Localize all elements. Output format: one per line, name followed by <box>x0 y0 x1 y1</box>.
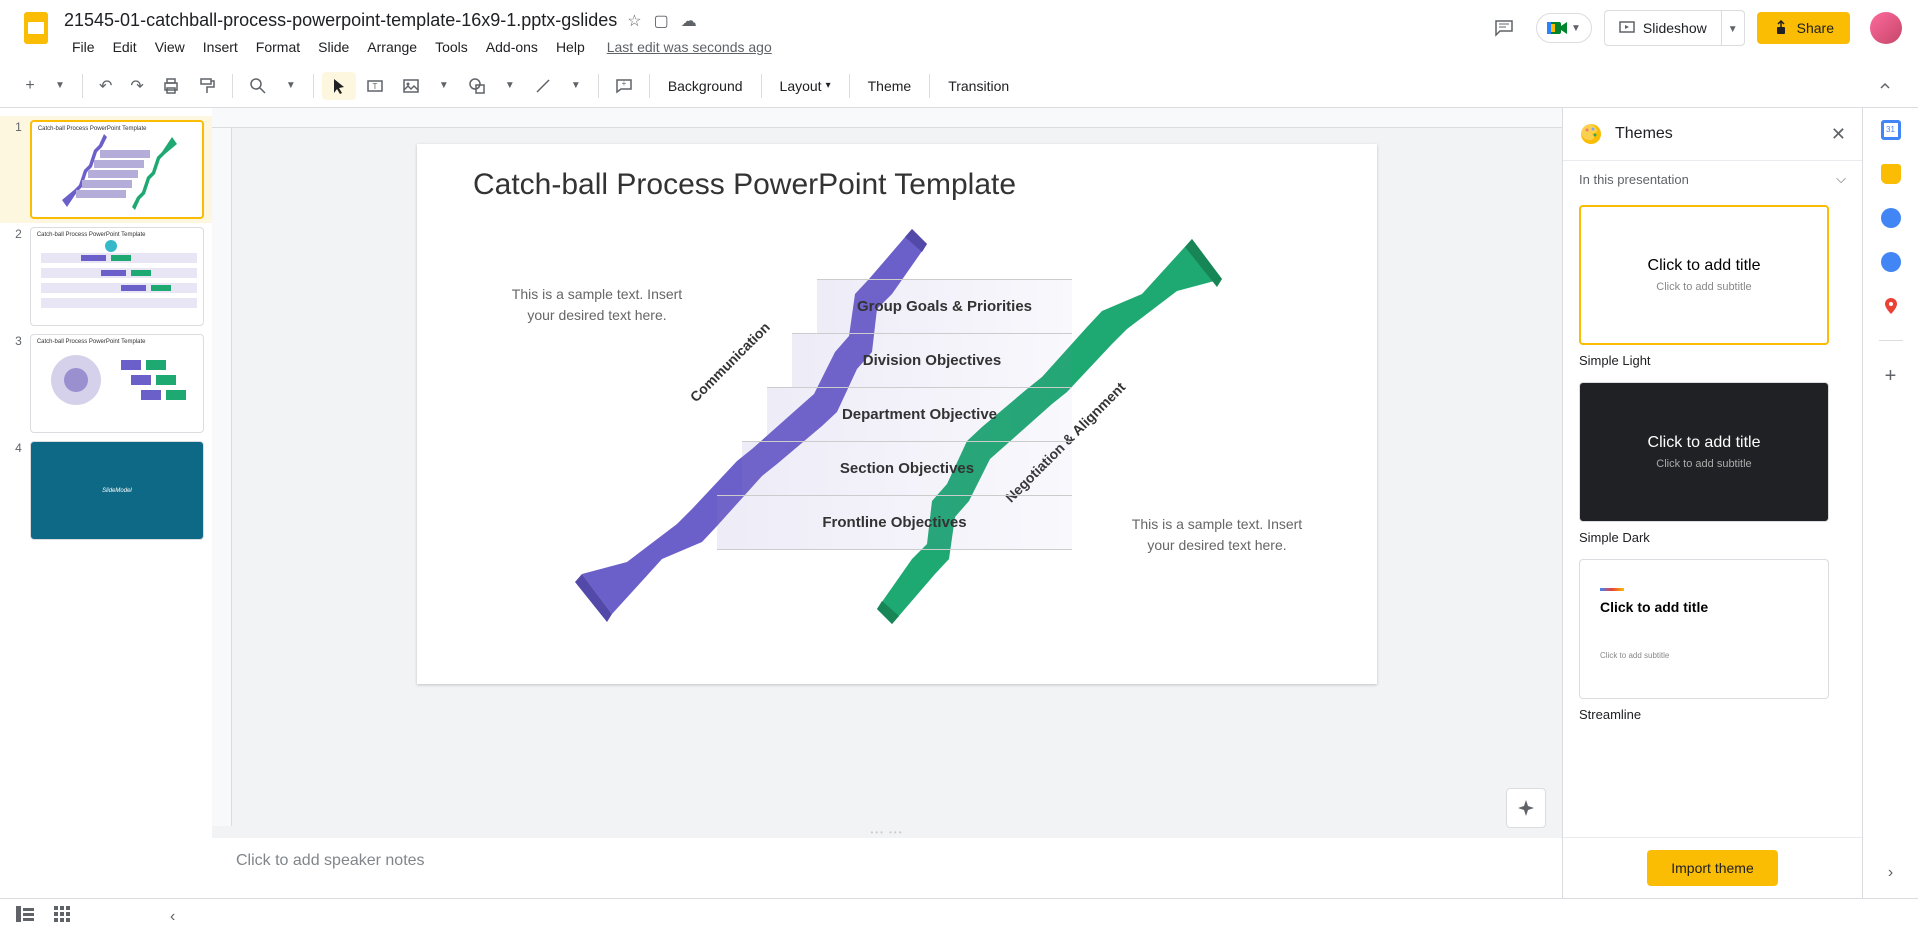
theme-card-simple-light[interactable]: Click to add title Click to add subtitle <box>1579 205 1829 345</box>
process-row-4[interactable]: Section Objectives <box>742 441 1072 495</box>
print-icon[interactable] <box>154 72 188 100</box>
image-dropdown[interactable]: ▼ <box>430 72 458 100</box>
zoom-icon[interactable] <box>241 72 275 100</box>
slide-number: 3 <box>8 334 22 433</box>
textbox-tool-icon[interactable]: T <box>358 72 392 100</box>
menu-file[interactable]: File <box>64 35 103 59</box>
image-tool-icon[interactable] <box>394 72 428 100</box>
paint-format-icon[interactable] <box>190 72 224 100</box>
menu-view[interactable]: View <box>147 35 193 59</box>
process-rows: Group Goals & Priorities Division Object… <box>717 279 1072 550</box>
app-header: 21545-01-catchball-process-powerpoint-te… <box>0 0 1918 64</box>
meet-button[interactable]: ▼ <box>1536 13 1592 43</box>
sample-text-right[interactable]: This is a sample text. Insert your desir… <box>1117 514 1317 556</box>
process-row-2[interactable]: Division Objectives <box>792 333 1072 387</box>
share-button[interactable]: Share <box>1757 12 1850 44</box>
theme-name: Simple Light <box>1579 353 1846 368</box>
redo-icon[interactable]: ↷ <box>122 72 151 100</box>
slideshow-dropdown[interactable]: ▼ <box>1722 10 1745 46</box>
slide-thumbnail-2[interactable]: Catch-ball Process PowerPoint Template <box>30 227 204 326</box>
slide-thumbnail-4[interactable]: SlideModel <box>30 441 204 540</box>
slide-filmstrip: 1 Catch-ball Process PowerPoint Template… <box>0 108 212 898</box>
line-dropdown[interactable]: ▼ <box>562 72 590 100</box>
shape-tool-icon[interactable] <box>460 72 494 100</box>
new-slide-button[interactable]: + <box>16 72 44 100</box>
select-tool-icon[interactable] <box>322 72 356 100</box>
background-button[interactable]: Background <box>658 72 753 100</box>
notes-drag-handle[interactable] <box>212 826 1562 838</box>
theme-button[interactable]: Theme <box>858 72 922 100</box>
menu-insert[interactable]: Insert <box>195 35 246 59</box>
menu-format[interactable]: Format <box>248 35 308 59</box>
theme-name: Streamline <box>1579 707 1846 722</box>
slideshow-button[interactable]: Slideshow <box>1604 10 1722 46</box>
line-tool-icon[interactable] <box>526 72 560 100</box>
undo-icon[interactable]: ↶ <box>91 72 120 100</box>
keep-app-icon[interactable] <box>1881 164 1901 184</box>
speaker-notes[interactable]: Click to add speaker notes <box>212 838 1562 898</box>
close-icon[interactable]: ✕ <box>1831 124 1846 145</box>
collapse-toolbar-icon[interactable] <box>1868 72 1902 100</box>
slide-thumbnail-1[interactable]: Catch-ball Process PowerPoint Template <box>30 120 204 219</box>
layout-button[interactable]: Layout▾ <box>770 72 841 100</box>
import-theme-button[interactable]: Import theme <box>1647 850 1777 886</box>
document-title[interactable]: 21545-01-catchball-process-powerpoint-te… <box>64 10 617 31</box>
comment-tool-icon[interactable]: + <box>607 72 641 100</box>
slide-number: 4 <box>8 441 22 540</box>
menu-arrange[interactable]: Arrange <box>359 35 425 59</box>
sample-text-left[interactable]: This is a sample text. Insert your desir… <box>497 284 697 326</box>
palette-icon <box>1579 122 1603 146</box>
user-avatar[interactable] <box>1870 12 1902 44</box>
grid-view-icon[interactable] <box>54 906 70 927</box>
sidebar-expand-icon[interactable]: › <box>1888 864 1893 882</box>
slide-title[interactable]: Catch-ball Process PowerPoint Template <box>473 168 1016 202</box>
explore-button[interactable] <box>1506 788 1546 828</box>
horizontal-ruler <box>212 108 1562 128</box>
chevron-down-icon: ⌵ <box>1836 171 1846 187</box>
theme-card-simple-dark[interactable]: Click to add title Click to add subtitle <box>1579 382 1829 522</box>
zoom-dropdown[interactable]: ▼ <box>277 72 305 100</box>
vertical-ruler <box>212 128 232 826</box>
maps-app-icon[interactable] <box>1881 296 1901 316</box>
svg-text:T: T <box>372 82 377 91</box>
collapse-filmstrip-icon[interactable]: ‹ <box>170 908 175 926</box>
slide-number: 2 <box>8 227 22 326</box>
slides-logo[interactable] <box>16 8 56 48</box>
menu-help[interactable]: Help <box>548 35 593 59</box>
svg-text:+: + <box>621 79 626 88</box>
slide-number: 1 <box>8 120 22 219</box>
process-row-5[interactable]: Frontline Objectives <box>717 495 1072 550</box>
process-row-1[interactable]: Group Goals & Priorities <box>817 279 1072 333</box>
canvas-area: Catch-ball Process PowerPoint Template T… <box>212 108 1562 898</box>
themes-section-header[interactable]: In this presentation ⌵ <box>1563 160 1862 197</box>
contacts-app-icon[interactable] <box>1881 252 1901 272</box>
themes-title: Themes <box>1615 125 1819 143</box>
cloud-icon[interactable]: ☁ <box>681 11 697 31</box>
add-app-icon[interactable]: + <box>1885 365 1897 388</box>
star-icon[interactable]: ☆ <box>627 11 641 31</box>
menu-bar: File Edit View Insert Format Slide Arran… <box>64 33 1484 61</box>
theme-card-streamline[interactable]: Click to add title Click to add subtitle <box>1579 559 1829 699</box>
process-row-3[interactable]: Department Objective <box>767 387 1072 441</box>
tasks-app-icon[interactable] <box>1881 208 1901 228</box>
bottom-bar: ‹ <box>0 898 1918 934</box>
calendar-app-icon[interactable]: 31 <box>1881 120 1901 140</box>
filmstrip-view-icon[interactable] <box>16 906 34 927</box>
move-icon[interactable]: ▢ <box>654 11 669 31</box>
themes-panel: Themes ✕ In this presentation ⌵ Click to… <box>1562 108 1862 898</box>
menu-addons[interactable]: Add-ons <box>478 35 546 59</box>
menu-edit[interactable]: Edit <box>105 35 145 59</box>
right-sidebar: 31 + › <box>1862 108 1918 898</box>
comments-icon[interactable] <box>1484 8 1524 48</box>
slide-thumbnail-3[interactable]: Catch-ball Process PowerPoint Template <box>30 334 204 433</box>
new-slide-dropdown[interactable]: ▼ <box>46 72 74 100</box>
menu-tools[interactable]: Tools <box>427 35 476 59</box>
last-edit-link[interactable]: Last edit was seconds ago <box>607 39 772 55</box>
shape-dropdown[interactable]: ▼ <box>496 72 524 100</box>
slide-canvas[interactable]: Catch-ball Process PowerPoint Template T… <box>417 144 1377 684</box>
theme-name: Simple Dark <box>1579 530 1846 545</box>
toolbar: + ▼ ↶ ↷ ▼ T ▼ ▼ ▼ <box>0 64 1918 108</box>
transition-button[interactable]: Transition <box>938 72 1019 100</box>
menu-slide[interactable]: Slide <box>310 35 357 59</box>
